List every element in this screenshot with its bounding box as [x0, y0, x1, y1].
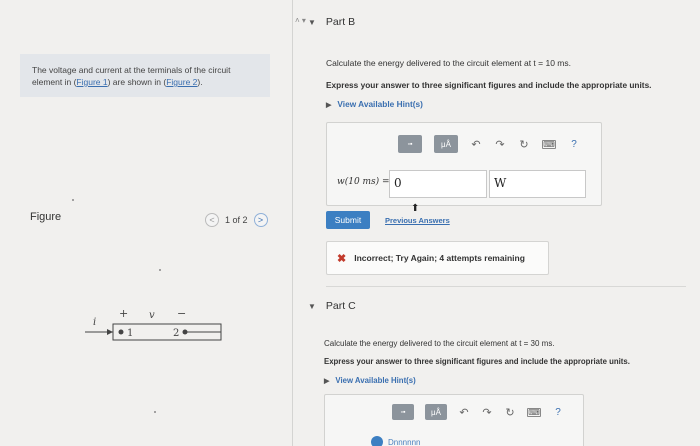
part-c-answer-box: [324, 394, 584, 446]
help-button[interactable]: ?: [552, 407, 564, 418]
redo-icon[interactable]: ↷: [494, 138, 506, 151]
feedback-banner: ✖ Incorrect; Try Again; 4 attempts remai…: [326, 241, 549, 275]
help-button[interactable]: ?: [568, 139, 580, 150]
intro-line-2: element in (Figure 1) are shown in (Figu…: [32, 76, 260, 88]
current-arrow-icon: [107, 329, 113, 335]
hint-link-label: View Available Hint(s): [337, 99, 423, 109]
figure-page-indicator: 1 of 2: [225, 215, 248, 225]
reset-icon[interactable]: ↻: [504, 406, 516, 419]
figure-2-link[interactable]: Figure 2: [166, 77, 197, 87]
part-b-question: Calculate the energy delivered to the ci…: [326, 58, 571, 68]
part-c-hint-link[interactable]: ▶ View Available Hint(s): [324, 376, 416, 385]
figure-pager: < 1 of 2 >: [205, 213, 268, 227]
reset-icon[interactable]: ↻: [518, 138, 530, 151]
keyboard-icon[interactable]: ⌨: [542, 139, 556, 149]
expand-triangle-icon: ▶: [324, 378, 330, 385]
problem-intro: The voltage and current at the terminals…: [20, 54, 270, 97]
intro-line-1: The voltage and current at the terminals…: [32, 65, 231, 75]
part-c-instructions: Express your answer to three significant…: [324, 357, 630, 366]
intro-text: ) are shown in (: [107, 77, 167, 87]
collapse-caret-icon: ▼: [308, 17, 316, 27]
plus-label: +: [119, 307, 128, 320]
dot-marker: [72, 199, 74, 201]
part-c-toolbar: ▫▪ μÅ ↶ ↷ ↻ ⌨ ?: [392, 404, 564, 420]
terminal-2-label: 2: [173, 328, 179, 339]
submit-button[interactable]: Submit: [326, 211, 370, 229]
figure-1-link[interactable]: Figure 1: [76, 77, 107, 87]
part-b-hint-link[interactable]: ▶ View Available Hint(s): [326, 99, 423, 109]
templates-button[interactable]: ▫▪: [398, 135, 422, 153]
figure-label: Figure: [30, 211, 62, 223]
keyboard-icon[interactable]: ⌨: [527, 407, 541, 417]
intro-text: ).: [197, 77, 203, 87]
previous-answers-link[interactable]: Previous Answers: [385, 216, 450, 225]
current-label: i: [93, 317, 96, 328]
collapse-marks: ˄ ▾: [295, 16, 306, 25]
mouse-cursor-icon: ⬆: [411, 203, 420, 214]
templates-button[interactable]: ▫▪: [392, 404, 414, 420]
minus-label: −: [177, 307, 186, 320]
collapse-caret-icon: ▼: [308, 301, 316, 311]
feedback-text: Incorrect; Try Again; 4 attempts remaini…: [354, 253, 525, 263]
intro-text: element in (: [32, 77, 77, 87]
hint-link-label: View Available Hint(s): [335, 376, 416, 385]
part-separator: [326, 286, 686, 287]
answer-unit-input[interactable]: W: [489, 170, 586, 198]
terminal-1-dot: [118, 329, 124, 335]
terminal-1-label: 1: [127, 328, 133, 339]
column-divider: [292, 0, 293, 446]
expand-triangle-icon: ▶: [326, 102, 332, 109]
answer-value-input[interactable]: 0: [389, 170, 487, 198]
part-b-toolbar: ▫▪ μÅ ↶ ↷ ↻ ⌨ ?: [398, 135, 580, 153]
part-c-header[interactable]: ▼ Part C: [308, 300, 356, 312]
circuit-element-diagram: i + v − 1 2: [85, 305, 230, 350]
part-c-title: Part C: [325, 300, 356, 312]
answer-label: w(10 ms) =: [337, 177, 390, 187]
undo-icon[interactable]: ↶: [470, 138, 482, 151]
next-figure-button[interactable]: >: [253, 213, 268, 227]
undo-icon[interactable]: ↶: [458, 406, 470, 419]
part-c-question: Calculate the energy delivered to the ci…: [324, 339, 555, 348]
redo-icon[interactable]: ↷: [481, 406, 493, 419]
prev-figure-button[interactable]: <: [205, 213, 219, 227]
error-x-icon: ✖: [337, 252, 347, 265]
units-button[interactable]: μÅ: [425, 404, 447, 420]
dot-marker: [154, 411, 156, 413]
page: ˄ ▾ The voltage and current at the termi…: [0, 0, 700, 446]
units-button[interactable]: μÅ: [434, 135, 458, 153]
part-b-header[interactable]: ▼ Part B: [308, 16, 355, 28]
dot-marker: [159, 269, 161, 271]
part-b-instructions: Express your answer to three significant…: [326, 80, 652, 90]
template-icon: [371, 436, 383, 446]
voltage-label: v: [149, 310, 155, 321]
template-peek-label: Dnnnnnn: [388, 437, 421, 446]
part-b-title: Part B: [325, 16, 356, 28]
template-menu-peek[interactable]: Dnnnnnn: [371, 436, 420, 446]
